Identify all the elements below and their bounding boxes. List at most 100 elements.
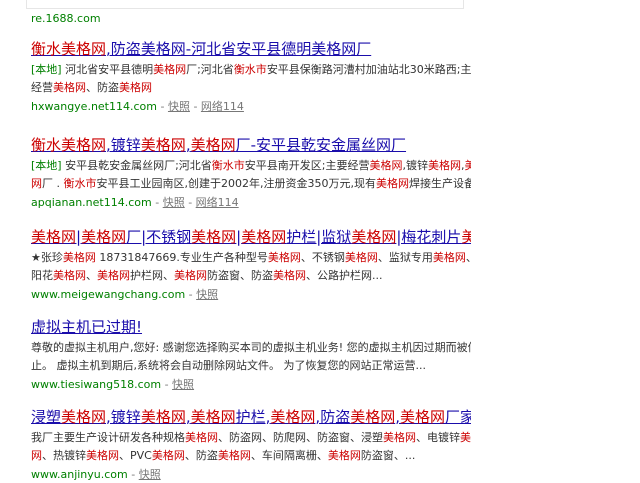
snippet-text: 美格网 <box>383 431 416 444</box>
snippet-text: 、公路护栏网... <box>306 269 383 282</box>
meta-separator: - <box>151 196 163 209</box>
meta-separator: - <box>156 100 168 113</box>
snippet-text: ,镀锌 <box>402 159 429 172</box>
meta-separator: - <box>161 378 173 391</box>
result-meta: hxwangye.net114.com - 快照 - 网络114 <box>31 99 471 115</box>
snippet-text: 美格网 <box>432 251 466 264</box>
snippet-text: 、防盗 <box>184 449 218 462</box>
meta-separator: - <box>189 100 201 113</box>
result-title-link[interactable]: 浸塑美格网,镀锌美格网,美格网护栏,美格网,防盗美格网,美格网厂家,... <box>31 408 471 427</box>
title-text: 美格网 <box>400 408 446 426</box>
snippet-text: 焊接生产设备... <box>408 177 471 190</box>
result-url[interactable]: www.tiesiwang518.com <box>31 378 161 391</box>
snippet-text: 美格网 <box>217 449 251 462</box>
meta-separator: - <box>127 468 139 481</box>
snippet-text: 、 <box>86 269 97 282</box>
title-text: 虚拟主机已过期! <box>31 318 143 336</box>
title-text: 美格网 <box>350 408 396 426</box>
title-text: 美格网 <box>190 408 236 426</box>
snippet-text: 美格 <box>460 431 471 444</box>
snippet-text: 、太 <box>466 251 471 264</box>
snippet-text: 美格网 <box>97 269 130 282</box>
title-text: 美格网 <box>31 228 77 246</box>
snapshot-link[interactable]: 快照 <box>163 196 185 209</box>
title-text: 美格网 <box>241 228 287 246</box>
result-title-link[interactable]: 衡水美格网,镀锌美格网,美格网厂-安平县乾安金属丝网厂 <box>31 136 471 155</box>
snippet-text: 衡水市 <box>63 177 97 190</box>
title-text: |梅花刺片 <box>396 228 462 246</box>
snippet-text: 美格网 <box>119 81 152 94</box>
snippet-text: 美格网 <box>185 431 218 444</box>
title-text: 厂家,... <box>445 408 471 426</box>
result-meta: www.anjinyu.com - 快照 <box>31 467 471 483</box>
snapshot-link[interactable]: 快照 <box>172 378 194 391</box>
snippet-text: 美格网 <box>153 63 187 76</box>
snippet-text: 美格网 <box>267 251 301 264</box>
snippet-text: 美格网 <box>86 449 119 462</box>
snippet-text: 安平县保衡路河漕村加油站北30米路西;主要 <box>266 63 471 76</box>
result-meta: www.tiesiwang518.com - 快照 <box>31 377 471 393</box>
snippet-text: 厂;河北省 <box>186 63 234 76</box>
snippet-text: 厂 . <box>42 177 64 190</box>
snippet-text: 美格网 <box>344 251 378 264</box>
title-text: 厂|不锈钢 <box>126 228 192 246</box>
snippet-text: 18731847669.专业生产各种型号 <box>95 251 268 264</box>
snippet-line: 尊敬的虚拟主机用户,您好: 感谢您选择购买本司的虚拟主机业务! 您的虚拟主机因过… <box>31 339 471 357</box>
snippet-line: 经营美格网、防盗美格网 <box>31 79 471 97</box>
snippet-line: [本地] 安平县乾安金属丝网厂;河北省衡水市安平县南开发区;主要经营美格网,镀锌… <box>31 157 471 175</box>
title-text: 美格 <box>461 228 471 246</box>
result-meta: apqianan.net114.com - 快照 - 网络114 <box>31 195 471 211</box>
previous-result-url[interactable]: re.1688.com <box>31 12 101 25</box>
snippet-text: 、电镀锌 <box>416 431 460 444</box>
snippet-text: 美格网 <box>151 449 185 462</box>
title-text: 衡水美格网 <box>31 136 107 154</box>
snippet-text: 美格 <box>464 159 471 172</box>
result-title-link[interactable]: 衡水美格网,防盗美格网-河北省安平县德明美格网厂 <box>31 40 471 59</box>
snapshot-link[interactable]: 快照 <box>196 288 218 301</box>
snapshot-link[interactable]: 快照 <box>139 468 161 481</box>
snippet-text: 、不锈钢 <box>300 251 345 264</box>
snippet-text: 止。 虚拟主机到期后,系统将会自动删除网站文件。 为了恢复您的网站正常运营... <box>31 359 426 372</box>
title-text: ,镀锌 <box>106 408 141 426</box>
title-text: 美格网 <box>351 228 397 246</box>
title-text: 美格网 <box>270 408 316 426</box>
result-url[interactable]: www.meigewangchang.com <box>31 288 185 301</box>
result-url[interactable]: hxwangye.net114.com <box>31 100 157 113</box>
source-link[interactable]: 网络114 <box>201 100 244 113</box>
snippet-text: 、监狱专用 <box>377 251 433 264</box>
snippet-text: 网 <box>31 177 42 190</box>
snippet-text: 美格网 <box>273 269 306 282</box>
snippet-text: ★张珍 <box>31 251 63 264</box>
result-url[interactable]: apqianan.net114.com <box>31 196 152 209</box>
snippet-text: 美格网 <box>327 449 361 462</box>
result-title-link[interactable]: 美格网|美格网厂|不锈钢美格网|美格网护栏|监狱美格网|梅花刺片美格... <box>31 228 471 247</box>
snippet-text: 安平县工业园南区,创建于2002年,注册资金350万元,现有 <box>96 177 376 190</box>
snippet-line: 网厂 . 衡水市安平县工业园南区,创建于2002年,注册资金350万元,现有美格… <box>31 175 471 193</box>
snippet-text: 安平县乾安金属丝网厂;河北省 <box>61 159 212 172</box>
snippet-text: 经营 <box>31 81 53 94</box>
meta-separator: - <box>184 196 196 209</box>
search-result: 衡水美格网,镀锌美格网,美格网厂-安平县乾安金属丝网厂 [本地] 安平县乾安金属丝… <box>31 136 471 211</box>
result-url[interactable]: www.anjinyu.com <box>31 468 128 481</box>
snippet-text: 网 <box>31 449 42 462</box>
snippet-text: 、热镀锌 <box>42 449 86 462</box>
snippet-line: [本地] 河北省安平县德明美格网厂;河北省衡水市安平县保衡路河漕村加油站北30米… <box>31 61 471 79</box>
title-text: ,镀锌 <box>106 136 141 154</box>
title-text: 美格网 <box>190 136 236 154</box>
snippet-text: 、防盗 <box>86 81 119 94</box>
snippet-line: 我厂主要生产设计研发各种规格美格网、防盗网、防爬网、防盗窗、浸塑美格网、电镀锌美… <box>31 429 471 447</box>
snippet-text: 尊敬的虚拟主机用户,您好: 感谢您选择购买本司的虚拟主机业务! 您的虚拟主机因过… <box>31 341 471 354</box>
snippet-text: 美格网 <box>369 159 403 172</box>
title-text: ,防盗 <box>315 408 351 426</box>
result-title-link[interactable]: 虚拟主机已过期! <box>31 318 471 337</box>
snippet-line: 网、热镀锌美格网、PVC美格网、防盗美格网、车间隔离栅、美格网防盗窗、... <box>31 447 471 465</box>
title-text: 浸塑 <box>31 408 62 426</box>
search-result: 美格网|美格网厂|不锈钢美格网|美格网护栏|监狱美格网|梅花刺片美格...★张珍… <box>31 228 471 303</box>
snapshot-link[interactable]: 快照 <box>168 100 190 113</box>
source-link[interactable]: 网络114 <box>196 196 239 209</box>
local-tag: [本地] <box>31 159 62 172</box>
result-snippet: ★张珍美格网 18731847669.专业生产各种型号美格网、不锈钢美格网、监狱… <box>31 249 471 285</box>
title-text: ,防盗美格网-河北省安平县德明美格网厂 <box>106 40 372 58</box>
snippet-text: 我厂主要生产设计研发各种规格 <box>31 431 185 444</box>
snippet-line: 阳花美格网、美格网护栏网、美格网防盗窗、防盗美格网、公路护栏网... <box>31 267 471 285</box>
